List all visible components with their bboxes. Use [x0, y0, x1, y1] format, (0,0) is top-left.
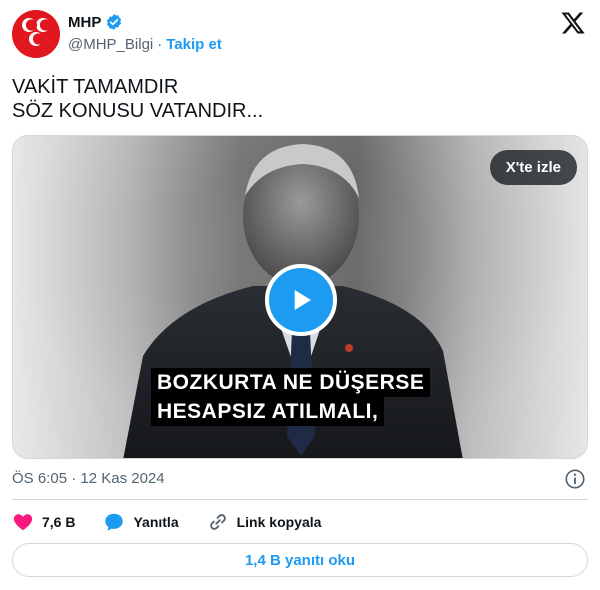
handle-row: @MHP_Bilgi · Takip et: [68, 36, 222, 53]
divider: [12, 499, 588, 500]
follow-button[interactable]: Takip et: [166, 36, 222, 53]
caption-line: BOZKURTA NE DÜŞERSE: [151, 368, 431, 397]
copy-link-button[interactable]: Link kopyala: [207, 511, 322, 533]
tweet-text-line: VAKİT TAMAMDIR: [12, 76, 179, 98]
separator-dot: ·: [157, 36, 163, 53]
reply-label: Yanıtla: [133, 514, 179, 530]
reply-button[interactable]: Yanıtla: [103, 511, 179, 533]
link-icon: [209, 514, 226, 530]
copy-link-label: Link kopyala: [236, 514, 322, 530]
read-replies-button[interactable]: 1,4 B yanıtı oku: [12, 543, 588, 577]
like-count: 7,6 B: [42, 514, 76, 530]
reply-bubble-icon: [105, 513, 124, 531]
timestamp[interactable]: ÖS 6:05 · 12 Kas 2024: [12, 470, 165, 487]
name-row: MHP: [68, 13, 123, 31]
meta-row: ÖS 6:05 · 12 Kas 2024: [12, 468, 588, 490]
verified-badge-icon: [107, 14, 122, 30]
info-icon[interactable]: [564, 468, 586, 490]
caption-line: HESAPSIZ ATILMALI,: [151, 397, 385, 426]
mhp-crescents-logo: [12, 10, 60, 58]
play-button[interactable]: [265, 264, 337, 336]
handle[interactable]: @MHP_Bilgi: [68, 36, 153, 53]
heart-icon: [13, 514, 33, 531]
tweet-header: MHP @MHP_Bilgi · Takip et: [12, 10, 588, 58]
display-name[interactable]: MHP: [68, 14, 101, 31]
like-button[interactable]: 7,6 B: [12, 511, 75, 533]
action-bar: 7,6 B Yanıtla Link kopyala: [12, 510, 321, 534]
tweet-text-line: SÖZ KONUSU VATANDIR...: [12, 100, 264, 122]
play-icon: [294, 290, 311, 310]
watch-on-x-button[interactable]: X'te izle: [489, 150, 577, 185]
avatar[interactable]: [12, 10, 60, 58]
video-caption: BOZKURTA NE DÜŞERSE HESAPSIZ ATILMALI,: [151, 368, 431, 426]
tweet-text: VAKİT TAMAMDIR SÖZ KONUSU VATANDIR...: [12, 75, 263, 123]
x-logo-icon[interactable]: [560, 10, 586, 36]
video-media[interactable]: X'te izle BOZKURTA NE DÜŞERSE HESAPSIZ A…: [12, 135, 588, 459]
